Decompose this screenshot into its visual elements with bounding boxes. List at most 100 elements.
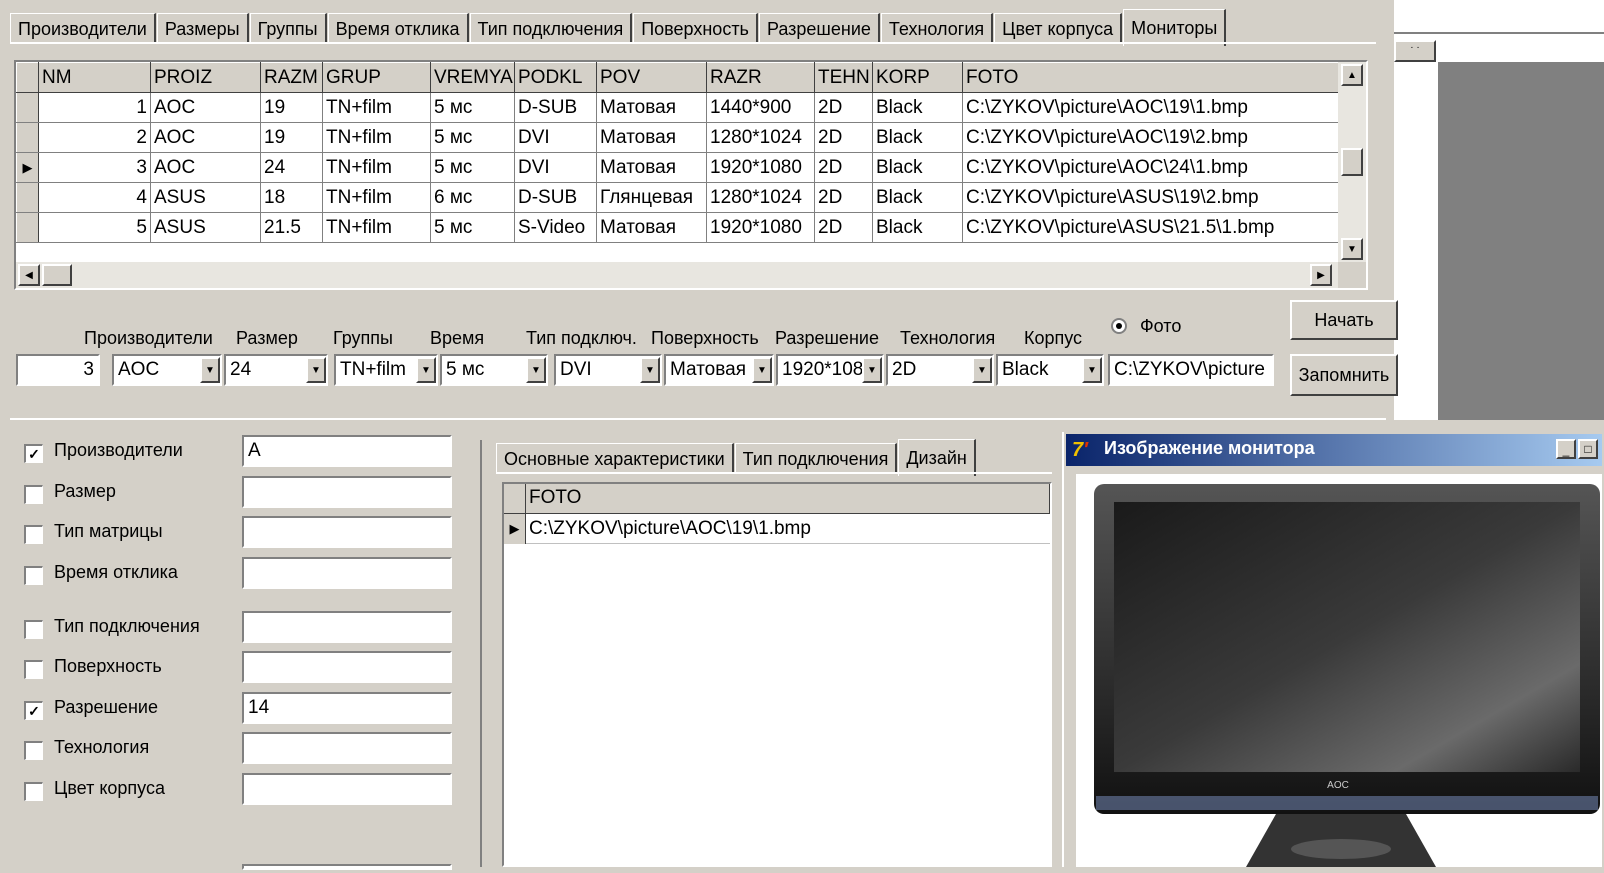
- table-cell[interactable]: 5 мс: [430, 152, 515, 183]
- table-cell[interactable]: AOC: [150, 92, 261, 123]
- table-cell[interactable]: 18: [260, 182, 323, 213]
- chevron-down-icon[interactable]: ▼: [526, 357, 546, 383]
- column-header[interactable]: FOTO: [962, 62, 1338, 93]
- filter-input[interactable]: [242, 516, 452, 548]
- tab-7[interactable]: Разрешение: [758, 13, 880, 44]
- lower-tab-2[interactable]: Тип подключения: [734, 443, 898, 474]
- row-indicator[interactable]: [16, 92, 39, 123]
- table-cell[interactable]: D-SUB: [514, 182, 597, 213]
- scroll-right-button[interactable]: ▶: [1310, 264, 1332, 286]
- table-cell[interactable]: 5 мс: [430, 92, 515, 123]
- foto-grid-cell[interactable]: C:\ZYKOV\picture\AOC\19\1.bmp: [526, 514, 1050, 544]
- table-cell[interactable]: C:\ZYKOV\picture\ASUS\19\2.bmp: [962, 182, 1338, 213]
- table-cell[interactable]: D-SUB: [514, 92, 597, 123]
- chevron-down-icon[interactable]: ▼: [1082, 357, 1102, 383]
- table-cell[interactable]: Матовая: [596, 122, 707, 153]
- column-header[interactable]: PODKL: [514, 62, 597, 93]
- tab-5[interactable]: Тип подключения: [469, 13, 633, 44]
- table-row[interactable]: 2 AOC 19 TN+film 5 мс DVI Матовая 1280*1024 2D Bl…: [16, 122, 1338, 153]
- table-cell[interactable]: C:\ZYKOV\picture\ASUS\21.5\1.bmp: [962, 212, 1338, 243]
- image-window-titlebar[interactable]: 7′ Изображение монитора _ □: [1066, 434, 1602, 466]
- column-header[interactable]: NM: [38, 62, 151, 93]
- table-cell[interactable]: S-Video: [514, 212, 597, 243]
- table-cell[interactable]: Black: [872, 122, 963, 153]
- filter-checkbox[interactable]: [24, 660, 43, 679]
- tab-6[interactable]: Поверхность: [633, 13, 758, 44]
- korpus-combo[interactable]: Black ▼: [996, 354, 1104, 386]
- scroll-thumb[interactable]: [1341, 148, 1363, 176]
- pov-combo[interactable]: Матовая ▼: [664, 354, 774, 386]
- filter-checkbox[interactable]: ✓: [24, 701, 43, 720]
- hscroll-thumb[interactable]: [42, 264, 72, 286]
- lower-tab-1[interactable]: Основные характеристики: [496, 443, 734, 474]
- table-cell[interactable]: TN+film: [322, 92, 431, 123]
- table-row[interactable]: 1 AOC 19 TN+film 5 мс D-SUB Матовая 1440*900 2D B…: [16, 92, 1338, 123]
- filter-checkbox[interactable]: [24, 620, 43, 639]
- foto-grid[interactable]: FOTO ▶ C:\ZYKOV\picture\AOC\19\1.bmp: [502, 482, 1052, 867]
- scroll-up-button[interactable]: ▲: [1341, 64, 1363, 86]
- filter-checkbox[interactable]: [24, 525, 43, 544]
- table-cell[interactable]: AOC: [150, 122, 261, 153]
- filter-input[interactable]: [242, 732, 452, 764]
- razr-combo[interactable]: 1920*1080▼: [776, 354, 884, 386]
- gruppy-combo[interactable]: TN+film ▼: [334, 354, 438, 386]
- table-cell[interactable]: 2D: [814, 182, 873, 213]
- proizv-combo[interactable]: AOC ▼: [112, 354, 222, 386]
- tab-10[interactable]: Мониторы: [1123, 9, 1227, 46]
- tab-2[interactable]: Размеры: [156, 13, 249, 44]
- filter-input[interactable]: [242, 651, 452, 683]
- nm-field[interactable]: 3: [16, 354, 100, 386]
- filter-input[interactable]: [242, 773, 452, 805]
- table-cell[interactable]: Black: [872, 152, 963, 183]
- chevron-down-icon[interactable]: ▼: [200, 357, 220, 383]
- razmer-combo[interactable]: 24 ▼: [224, 354, 328, 386]
- table-cell[interactable]: C:\ZYKOV\picture\AOC\24\1.bmp: [962, 152, 1338, 183]
- filter-checkbox[interactable]: ✓: [24, 444, 43, 463]
- filter-input[interactable]: 14: [242, 692, 452, 724]
- table-cell[interactable]: DVI: [514, 122, 597, 153]
- row-indicator[interactable]: [16, 122, 39, 153]
- table-cell[interactable]: 4: [38, 182, 151, 213]
- right-panel-handle[interactable]: · ·: [1394, 40, 1436, 62]
- table-cell[interactable]: 5 мс: [430, 122, 515, 153]
- table-cell[interactable]: TN+film: [322, 152, 431, 183]
- filter-checkbox[interactable]: [24, 782, 43, 801]
- filter-input[interactable]: [242, 557, 452, 589]
- foto-path-field[interactable]: C:\ZYKOV\picture: [1108, 354, 1274, 386]
- maximize-icon[interactable]: □: [1578, 439, 1598, 459]
- column-header[interactable]: PROIZ: [150, 62, 261, 93]
- scroll-down-button[interactable]: ▼: [1341, 238, 1363, 260]
- table-cell[interactable]: C:\ZYKOV\picture\AOC\19\1.bmp: [962, 92, 1338, 123]
- table-cell[interactable]: 1920*1080: [706, 152, 815, 183]
- column-header[interactable]: VREMYA: [430, 62, 515, 93]
- table-cell[interactable]: 21.5: [260, 212, 323, 243]
- table-cell[interactable]: Матовая: [596, 212, 707, 243]
- grid-hscrollbar[interactable]: ◀ ▶: [16, 262, 1338, 288]
- table-cell[interactable]: DVI: [514, 152, 597, 183]
- table-row[interactable]: ▶ 3 AOC 24 TN+film 5 мс DVI Матовая 1920*1080 2D B…: [16, 152, 1338, 183]
- chevron-down-icon[interactable]: ▼: [752, 357, 772, 383]
- row-indicator[interactable]: [16, 212, 39, 243]
- start-button[interactable]: Начать: [1290, 300, 1398, 340]
- row-pointer-icon[interactable]: ▶: [16, 152, 39, 183]
- table-cell[interactable]: TN+film: [322, 212, 431, 243]
- table-cell[interactable]: Матовая: [596, 152, 707, 183]
- table-cell[interactable]: 19: [260, 92, 323, 123]
- filter-input[interactable]: [242, 611, 452, 643]
- filter-checkbox[interactable]: [24, 566, 43, 585]
- column-header[interactable]: KORP: [872, 62, 963, 93]
- lower-tab-3[interactable]: Дизайн: [898, 439, 976, 476]
- table-cell[interactable]: 2D: [814, 212, 873, 243]
- table-cell[interactable]: 1: [38, 92, 151, 123]
- table-cell[interactable]: 1920*1080: [706, 212, 815, 243]
- tehn-combo[interactable]: 2D ▼: [886, 354, 994, 386]
- table-cell[interactable]: TN+film: [322, 182, 431, 213]
- table-cell[interactable]: Black: [872, 92, 963, 123]
- foto-radio[interactable]: [1111, 318, 1127, 334]
- save-button[interactable]: Запомнить: [1290, 354, 1398, 396]
- column-header[interactable]: RAZM: [260, 62, 323, 93]
- table-cell[interactable]: 2D: [814, 152, 873, 183]
- table-cell[interactable]: 2D: [814, 122, 873, 153]
- table-cell[interactable]: TN+film: [322, 122, 431, 153]
- table-cell[interactable]: 6 мс: [430, 182, 515, 213]
